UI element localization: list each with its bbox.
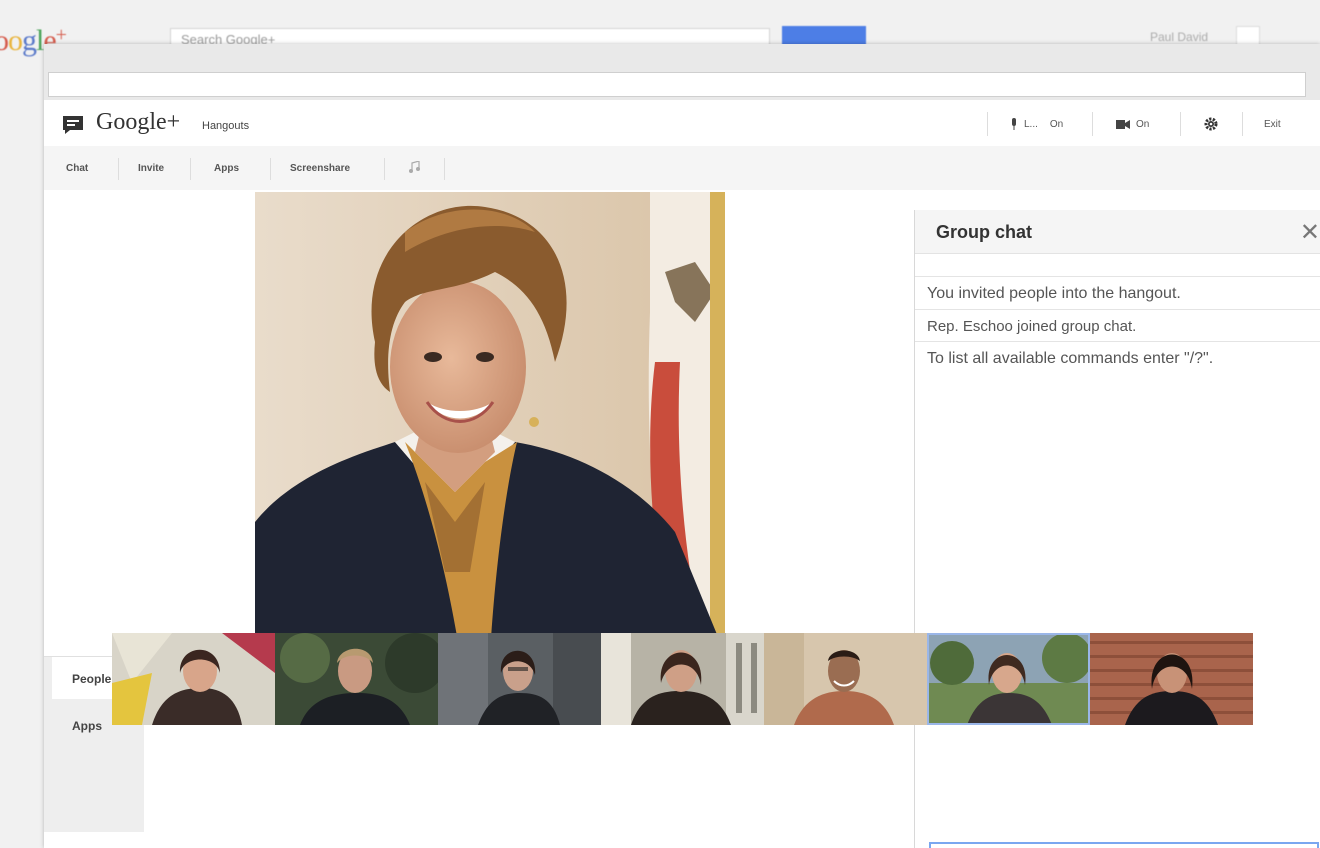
tab-invite[interactable]: Invite — [138, 163, 164, 174]
tab-screenshare[interactable]: Screenshare — [290, 163, 350, 174]
participant-video — [927, 633, 1090, 725]
hangouts-chat-icon — [63, 116, 83, 134]
hangout-header: Google+ Hangouts L... On On Exit — [44, 100, 1320, 146]
chat-message: You invited people into the hangout. — [915, 276, 1320, 309]
toolbar-divider — [118, 158, 119, 180]
screen: oogle+ Search Google+ Paul David Google+… — [0, 0, 1320, 848]
participant-video — [1090, 633, 1253, 725]
chat-input[interactable] — [929, 842, 1319, 848]
settings-button[interactable] — [1204, 114, 1218, 134]
participant-thumbnail[interactable] — [764, 633, 927, 725]
header-divider — [987, 112, 988, 136]
address-bar[interactable] — [48, 72, 1306, 97]
microphone-label: L... — [1024, 118, 1038, 130]
main-participant-video — [255, 192, 725, 654]
chat-title: Group chat — [936, 222, 1033, 242]
speaker-portrait — [255, 192, 725, 654]
music-note-icon — [409, 160, 420, 173]
participant-thumbnail[interactable] — [1090, 633, 1253, 725]
participant-filmstrip — [112, 633, 1253, 725]
participant-video — [601, 633, 764, 725]
brand-title: Google+ — [96, 109, 181, 135]
close-icon[interactable]: ✕ — [1300, 218, 1320, 247]
participant-video — [438, 633, 601, 725]
gear-icon — [1204, 117, 1218, 131]
exit-label: Exit — [1264, 118, 1281, 130]
participant-thumbnail[interactable] — [275, 633, 438, 725]
participant-thumbnail-selected[interactable] — [927, 633, 1090, 725]
microphone-icon — [1012, 118, 1016, 130]
microphone-state: On — [1049, 118, 1064, 130]
toolbar-divider — [190, 158, 191, 180]
toolbar-divider — [270, 158, 271, 180]
chat-header: Group chat ✕ — [915, 210, 1320, 254]
exit-button[interactable]: Exit — [1264, 114, 1281, 134]
participant-thumbnail[interactable] — [438, 633, 601, 725]
camera-control[interactable]: On — [1116, 114, 1149, 134]
hangout-toolbar: Chat Invite Apps Screenshare — [44, 146, 1320, 190]
participant-thumbnail[interactable] — [601, 633, 764, 725]
header-divider — [1242, 112, 1243, 136]
header-divider — [1180, 112, 1181, 136]
participant-video — [112, 633, 275, 725]
tab-chat[interactable]: Chat — [66, 163, 88, 174]
video-camera-icon — [1116, 119, 1130, 129]
camera-state: On — [1136, 118, 1150, 130]
effects-button[interactable] — [408, 160, 420, 176]
participant-thumbnail[interactable] — [112, 633, 275, 725]
tab-apps[interactable]: Apps — [214, 163, 239, 174]
toolbar-divider — [384, 158, 385, 180]
chat-message: To list all available commands enter "/?… — [915, 341, 1320, 374]
tab-apps-side[interactable]: Apps — [72, 719, 102, 733]
chat-message-list: You invited people into the hangout. Rep… — [915, 276, 1320, 374]
background-user-name[interactable]: Paul David — [1150, 30, 1208, 44]
participant-video — [275, 633, 438, 725]
hangout-window: Google+ Hangouts L... On On Exit Chat In… — [44, 44, 1320, 848]
participant-video — [764, 633, 927, 725]
tab-people-label: People — [72, 672, 112, 686]
toolbar-divider — [444, 158, 445, 180]
microphone-control[interactable]: L... On — [1010, 114, 1063, 134]
group-chat-panel: Group chat ✕ You invited people into the… — [914, 210, 1320, 848]
header-divider — [1092, 112, 1093, 136]
chat-message: Rep. Eschoo joined group chat. — [915, 309, 1320, 341]
product-name: Hangouts — [202, 120, 250, 132]
